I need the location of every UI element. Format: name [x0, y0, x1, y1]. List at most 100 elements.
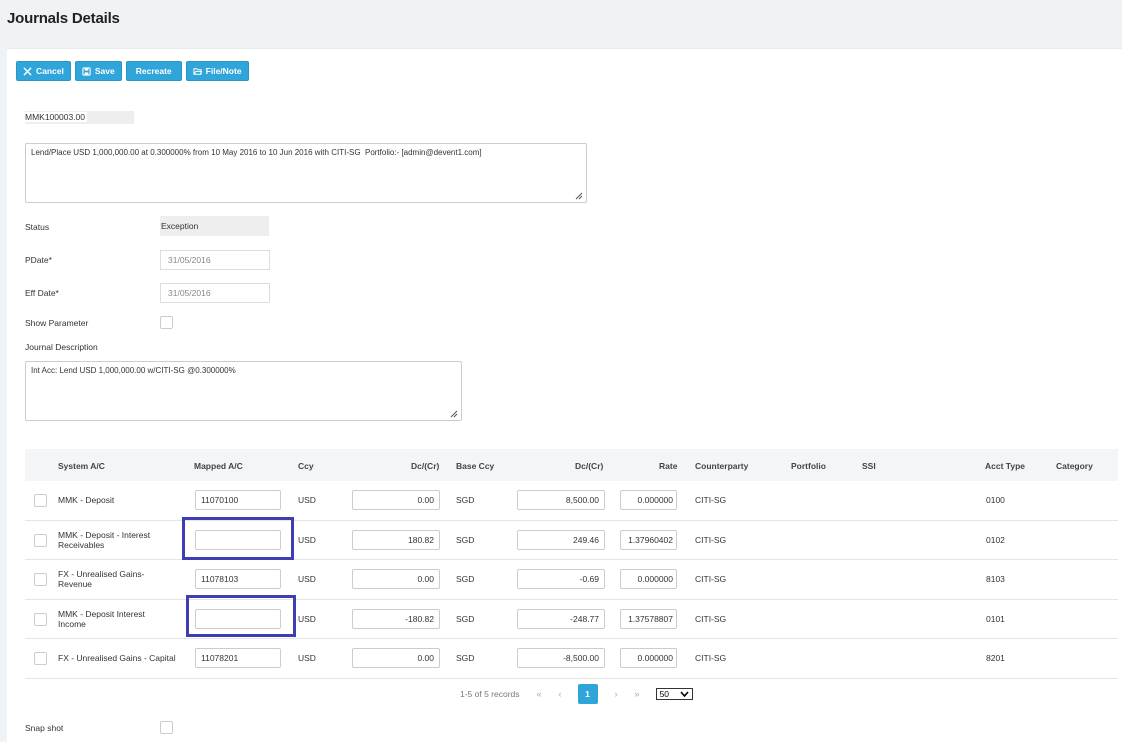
journal-description-label: Journal Description	[25, 342, 98, 352]
table-row: MMK - Deposit 11070100 USD 0.00 SGD 8,50…	[25, 481, 1118, 521]
col-portfolio[interactable]: Portfolio	[791, 461, 826, 471]
resize-grip-icon[interactable]	[450, 410, 458, 418]
page-size-value: 50	[659, 689, 670, 699]
base-dc-cr-input[interactable]: 8,500.00	[517, 490, 605, 511]
save-button-label: Save	[94, 66, 115, 76]
counterparty-cell: CITI-SG	[695, 495, 727, 506]
rate-input[interactable]: 0.000000	[620, 569, 677, 590]
ccy-cell: USD	[298, 653, 316, 664]
acct-type-cell: 8201	[986, 653, 1005, 664]
floppy-disk-icon	[82, 66, 91, 76]
system-ac-cell: MMK - Deposit	[58, 495, 115, 506]
resize-grip-icon[interactable]	[575, 192, 583, 200]
records-count: 1-5 of 5 records	[460, 689, 520, 699]
dc-cr-input[interactable]: 180.82	[352, 529, 440, 550]
mapped-ac-input[interactable]: 11078201	[195, 648, 281, 669]
col-acct-type[interactable]: Acct Type	[985, 461, 1025, 471]
base-dc-cr-input[interactable]: -0.69	[517, 569, 605, 590]
pdate-input[interactable]: 31/05/2016	[160, 250, 270, 270]
last-page-icon[interactable]: »	[635, 689, 640, 699]
journal-lines-grid: System A/C Mapped A/C Ccy Dc/(Cr) Base C…	[25, 449, 1118, 679]
counterparty-cell: CITI-SG	[695, 613, 727, 624]
col-system-ac[interactable]: System A/C	[58, 461, 105, 471]
acct-type-cell: 0100	[986, 495, 1005, 506]
system-ac-cell: MMK - Deposit - Interest Receivables	[58, 529, 151, 550]
counterparty-cell: CITI-SG	[695, 653, 727, 664]
grid-header: System A/C Mapped A/C Ccy Dc/(Cr) Base C…	[25, 449, 1118, 481]
page-header: Journals Details	[0, 0, 1122, 48]
col-base-dc-cr[interactable]: Dc/(Cr)	[575, 461, 603, 471]
dc-cr-input[interactable]: 0.00	[352, 648, 440, 669]
row-checkbox[interactable]	[34, 494, 47, 507]
base-dc-cr-input[interactable]: -8,500.00	[517, 648, 605, 669]
col-category[interactable]: Category	[1056, 461, 1093, 471]
col-ccy[interactable]: Ccy	[298, 461, 314, 471]
row-checkbox[interactable]	[34, 612, 47, 626]
snapshot-checkbox[interactable]	[160, 721, 173, 734]
dc-cr-input[interactable]: -180.82	[352, 608, 440, 629]
row-checkbox[interactable]	[34, 573, 47, 586]
rate-input[interactable]: 1.37578807	[620, 608, 677, 629]
col-dc-cr[interactable]: Dc/(Cr)	[411, 461, 439, 471]
journal-description-textarea[interactable]	[25, 361, 462, 421]
rate-input[interactable]: 0.000000	[620, 490, 677, 511]
system-ac-cell: FX - Unrealised Gains - Capital	[58, 653, 176, 664]
status-value: Exception	[160, 216, 269, 236]
rate-input[interactable]: 0.000000	[620, 648, 677, 669]
col-ssi[interactable]: SSI	[862, 461, 876, 471]
system-ac-cell: FX - Unrealised Gains-Revenue	[58, 569, 145, 590]
summary-textarea[interactable]	[25, 143, 587, 203]
base-ccy-cell: SGD	[456, 495, 475, 506]
folder-open-icon	[193, 67, 202, 75]
dc-cr-input[interactable]: 0.00	[352, 490, 440, 511]
cancel-button[interactable]: Cancel	[16, 61, 71, 81]
cancel-button-label: Cancel	[36, 66, 64, 76]
dc-cr-input[interactable]: 0.00	[352, 569, 440, 590]
base-ccy-cell: SGD	[456, 574, 475, 585]
ccy-cell: USD	[298, 534, 316, 545]
page-size-select[interactable]: 50	[655, 688, 693, 700]
col-rate[interactable]: Rate	[659, 461, 677, 471]
effdate-input[interactable]: 31/05/2016	[160, 283, 270, 303]
col-base-ccy[interactable]: Base Ccy	[456, 461, 494, 471]
base-dc-cr-input[interactable]: 249.46	[517, 529, 605, 550]
prev-page-icon[interactable]: ‹	[559, 689, 562, 699]
reference-number: MMK100003.00	[25, 111, 134, 124]
page-1-button[interactable]: 1	[577, 684, 598, 704]
toolbar: Cancel Save Recreate File/Note	[16, 61, 249, 81]
pdate-label: PDate*	[25, 255, 52, 265]
pagination: 1-5 of 5 records « ‹ 1 › » 50	[460, 684, 693, 704]
file-note-button[interactable]: File/Note	[185, 61, 249, 81]
snapshot-label: Snap shot	[25, 723, 64, 733]
base-ccy-cell: SGD	[456, 653, 475, 664]
col-mapped-ac[interactable]: Mapped A/C	[194, 461, 243, 471]
close-icon	[23, 66, 32, 76]
show-parameter-label: Show Parameter	[25, 318, 89, 328]
reference-number-text: MMK100003.00	[25, 112, 88, 122]
ccy-cell: USD	[298, 495, 316, 506]
base-dc-cr-input[interactable]: -248.77	[517, 608, 605, 629]
base-ccy-cell: SGD	[456, 534, 475, 545]
rate-input[interactable]: 1.37960402	[620, 529, 677, 550]
save-button[interactable]: Save	[74, 61, 122, 81]
recreate-button[interactable]: Recreate	[125, 61, 182, 81]
row-checkbox[interactable]	[34, 652, 47, 665]
next-page-icon[interactable]: ›	[615, 689, 618, 699]
row-checkbox[interactable]	[34, 533, 47, 547]
col-counterparty[interactable]: Counterparty	[695, 461, 748, 471]
counterparty-cell: CITI-SG	[695, 534, 727, 545]
base-ccy-cell: SGD	[456, 613, 475, 624]
mapped-ac-highlight	[186, 595, 296, 637]
system-ac-cell: MMK - Deposit Interest Income	[58, 608, 145, 629]
page-title: Journals Details	[7, 10, 120, 27]
show-parameter-checkbox[interactable]	[160, 316, 173, 329]
mapped-ac-input[interactable]: 11078103	[195, 569, 281, 590]
table-row: FX - Unrealised Gains - Capital 11078201…	[25, 639, 1118, 679]
ccy-cell: USD	[298, 574, 316, 585]
journal-panel: Cancel Save Recreate File/Note MMK100003…	[7, 48, 1122, 742]
first-page-icon[interactable]: «	[537, 689, 542, 699]
ccy-cell: USD	[298, 613, 316, 624]
file-note-button-label: File/Note	[205, 66, 242, 76]
mapped-ac-input[interactable]: 11070100	[195, 490, 281, 511]
mapped-ac-highlight	[182, 517, 294, 560]
